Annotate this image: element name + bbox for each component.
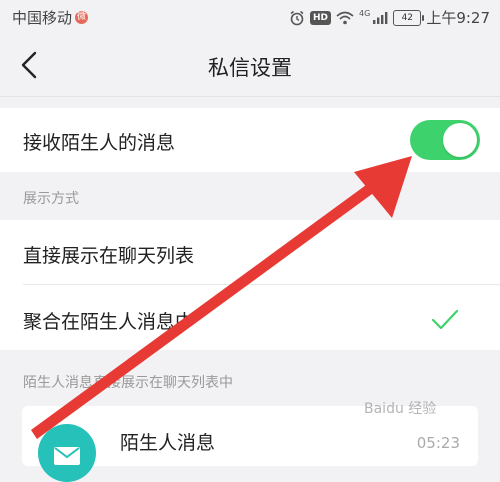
- divider: [23, 284, 500, 285]
- preview-title: 陌生人消息: [120, 432, 216, 454]
- carrier-badge-icon: 微: [75, 11, 89, 24]
- option-aggregate-label[interactable]: 聚合在陌生人消息中: [23, 307, 194, 334]
- status-bar: 中国移动 微 HD 4G 42 上午9:27: [0, 0, 500, 34]
- display-options-group: 直接展示在聊天列表 聚合在陌生人消息中: [0, 220, 500, 350]
- battery-icon: 42: [393, 9, 425, 26]
- receive-stranger-messages-label: 接收陌生人的消息: [23, 132, 176, 154]
- page-title: 私信设置: [208, 56, 292, 80]
- preview-section-label: 陌生人消息直接展示在聊天列表中: [23, 375, 233, 391]
- stranger-messages-avatar: [38, 424, 96, 482]
- toggle-knob: [443, 123, 477, 157]
- clock-time: 上午9:27: [426, 9, 490, 27]
- receive-stranger-messages-row[interactable]: 接收陌生人的消息: [0, 108, 500, 172]
- alarm-icon: [290, 10, 304, 25]
- signal-icon: [373, 11, 388, 24]
- network-type-label: 4G: [359, 9, 371, 18]
- display-mode-section-label: 展示方式: [23, 191, 79, 207]
- carrier-name: 中国移动: [12, 9, 73, 27]
- option-direct-display-label[interactable]: 直接展示在聊天列表: [23, 241, 194, 268]
- watermark: Baidu 经验: [364, 401, 437, 417]
- wifi-icon: [336, 11, 354, 24]
- receive-stranger-messages-toggle[interactable]: [410, 120, 480, 160]
- mail-icon: [54, 447, 80, 465]
- preview-time: 05:23: [416, 434, 460, 452]
- nav-bar: 私信设置: [0, 34, 500, 97]
- checkmark-icon: [431, 309, 459, 330]
- hd-icon: HD: [310, 10, 332, 25]
- status-left: 中国移动 微: [12, 7, 89, 28]
- status-right: HD 4G 42 上午9:27: [289, 7, 490, 28]
